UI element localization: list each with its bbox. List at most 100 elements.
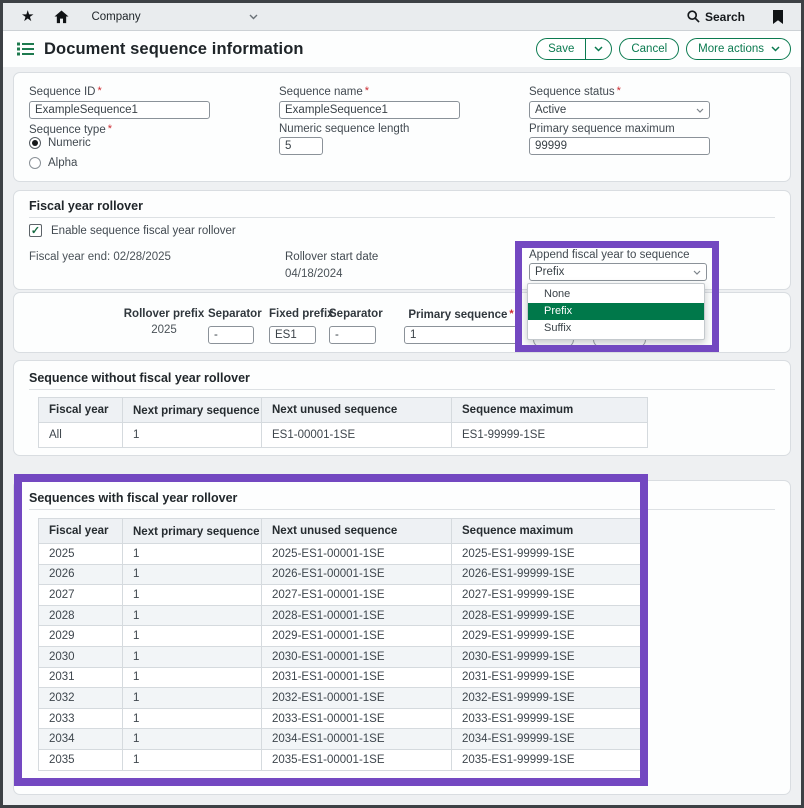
more-actions-label: More actions bbox=[687, 43, 764, 55]
primary-max-input[interactable] bbox=[529, 137, 710, 155]
rollover-prefix-value: 2025 bbox=[109, 324, 219, 336]
rollover-prefix-label: Rollover prefix bbox=[109, 308, 219, 320]
select-chevron-icon bbox=[696, 108, 704, 113]
sequence-type-label: Sequence type* bbox=[29, 123, 112, 136]
company-chevron-down-icon[interactable] bbox=[249, 14, 258, 20]
top-navigation-bar: ★ Company Search bbox=[3, 3, 801, 31]
radio-selected-icon bbox=[29, 137, 41, 149]
table-cell: 1 bbox=[123, 626, 262, 647]
separator1-input[interactable] bbox=[208, 326, 254, 344]
fiscal-year-end-text: Fiscal year end: 02/28/2025 bbox=[29, 251, 171, 263]
sequences-with-title: Sequences with fiscal year rollover bbox=[29, 491, 237, 505]
table-row: 202612026-ES1-00001-1SE2026-ES1-99999-1S… bbox=[39, 564, 648, 585]
table-row: 203412034-ES1-00001-1SE2034-ES1-99999-1S… bbox=[39, 729, 648, 750]
table-cell: 2029 bbox=[39, 626, 123, 647]
more-actions-chevron-icon bbox=[771, 46, 780, 52]
table-row: 203012030-ES1-00001-1SE2030-ES1-99999-1S… bbox=[39, 646, 648, 667]
column-header: Next unused sequence bbox=[262, 398, 452, 423]
table-cell: 2035 bbox=[39, 749, 123, 770]
sequence-without-rollover-card: Sequence without fiscal year rollover Fi… bbox=[13, 360, 791, 456]
general-info-card: Sequence ID* Sequence name* Sequence sta… bbox=[13, 72, 791, 182]
table-cell: 1 bbox=[123, 646, 262, 667]
sequence-without-title: Sequence without fiscal year rollover bbox=[29, 371, 250, 385]
table-cell: 2029-ES1-99999-1SE bbox=[452, 626, 648, 647]
dropdown-option-suffix[interactable]: Suffix bbox=[528, 320, 704, 337]
checkbox-checked-icon: ✓ bbox=[29, 224, 42, 237]
sequence-name-input[interactable] bbox=[279, 101, 460, 119]
numeric-length-input[interactable] bbox=[279, 137, 323, 155]
page-header: Document sequence information Save Cance… bbox=[3, 31, 801, 67]
record-list-icon[interactable] bbox=[17, 42, 34, 56]
enable-rollover-label: Enable sequence fiscal year rollover bbox=[51, 225, 236, 237]
numeric-length-label: Numeric sequence length bbox=[279, 123, 409, 135]
table-cell: 2034-ES1-99999-1SE bbox=[452, 729, 648, 750]
table-cell: 2028 bbox=[39, 605, 123, 626]
table-cell: 2025-ES1-99999-1SE bbox=[452, 544, 648, 565]
fixed-prefix-input[interactable] bbox=[269, 326, 316, 344]
dropdown-option-none[interactable]: None bbox=[528, 286, 704, 303]
search-button[interactable]: Search bbox=[687, 10, 745, 24]
primary-sequence-input[interactable] bbox=[404, 326, 522, 344]
select-chevron-icon bbox=[693, 270, 701, 275]
more-actions-button[interactable]: More actions bbox=[686, 38, 791, 60]
table-cell: ES1-99999-1SE bbox=[452, 423, 648, 448]
table-cell: 2029-ES1-00001-1SE bbox=[262, 626, 452, 647]
table-row: 203212032-ES1-00001-1SE2032-ES1-99999-1S… bbox=[39, 688, 648, 709]
fiscal-rollover-title: Fiscal year rollover bbox=[29, 199, 143, 213]
table-cell: ES1-00001-1SE bbox=[262, 423, 452, 448]
table-cell: All bbox=[39, 423, 123, 448]
table-cell: 1 bbox=[123, 423, 262, 448]
table-header-row: Fiscal yearNext primary sequence*Next un… bbox=[39, 398, 648, 423]
favorites-star-icon[interactable]: ★ bbox=[21, 9, 34, 24]
table-row: All1ES1-00001-1SEES1-99999-1SE bbox=[39, 423, 648, 448]
save-button[interactable]: Save bbox=[537, 43, 585, 55]
table-cell: 2026 bbox=[39, 564, 123, 585]
dropdown-option-prefix[interactable]: Prefix bbox=[528, 303, 704, 320]
table-cell: 1 bbox=[123, 605, 262, 626]
section-divider bbox=[29, 217, 775, 218]
separator1-label: Separator bbox=[208, 308, 254, 320]
radio-alpha-label: Alpha bbox=[48, 157, 77, 169]
bookmark-icon[interactable] bbox=[773, 10, 783, 24]
primary-max-label: Primary sequence maximum bbox=[529, 123, 675, 135]
table-cell: 2031-ES1-00001-1SE bbox=[262, 667, 452, 688]
sequence-id-label: Sequence ID* bbox=[29, 85, 102, 98]
table-header-row: Fiscal yearNext primary sequence*Next un… bbox=[39, 519, 648, 544]
company-menu-label[interactable]: Company bbox=[91, 11, 140, 23]
separator2-input[interactable] bbox=[329, 326, 376, 344]
cancel-button[interactable]: Cancel bbox=[619, 38, 679, 60]
fixed-prefix-label: Fixed prefix bbox=[269, 308, 316, 320]
table-row: 203312033-ES1-00001-1SE2033-ES1-99999-1S… bbox=[39, 708, 648, 729]
sequence-status-select[interactable]: Active bbox=[529, 101, 710, 119]
search-label: Search bbox=[705, 10, 745, 24]
append-fiscal-year-dropdown-list: NonePrefixSuffix bbox=[527, 283, 705, 340]
enable-rollover-checkbox[interactable]: ✓ Enable sequence fiscal year rollover bbox=[29, 224, 236, 237]
table-cell: 1 bbox=[123, 708, 262, 729]
append-fiscal-year-select[interactable]: Prefix bbox=[529, 263, 707, 281]
save-dropdown-chevron-icon[interactable] bbox=[585, 39, 611, 59]
table-cell: 2034-ES1-00001-1SE bbox=[262, 729, 452, 750]
column-header: Fiscal year bbox=[39, 519, 123, 544]
table-cell: 1 bbox=[123, 749, 262, 770]
table-cell: 2026-ES1-99999-1SE bbox=[452, 564, 648, 585]
app-window: ★ Company Search Document sequenc bbox=[0, 0, 804, 808]
table-cell: 2031 bbox=[39, 667, 123, 688]
required-asterisk: * bbox=[98, 85, 102, 97]
column-header: Sequence maximum bbox=[452, 398, 648, 423]
table-cell: 2028-ES1-00001-1SE bbox=[262, 605, 452, 626]
table-row: 202812028-ES1-00001-1SE2028-ES1-99999-1S… bbox=[39, 605, 648, 626]
fiscal-rollover-card: Fiscal year rollover ✓ Enable sequence f… bbox=[13, 190, 791, 290]
column-header: Next primary sequence* bbox=[123, 398, 262, 423]
search-icon bbox=[687, 10, 700, 23]
column-header: Sequence maximum bbox=[452, 519, 648, 544]
home-icon[interactable] bbox=[54, 10, 69, 24]
rollover-start-value: 04/18/2024 bbox=[285, 268, 343, 280]
table-cell: 2033 bbox=[39, 708, 123, 729]
table-cell: 1 bbox=[123, 667, 262, 688]
table-cell: 1 bbox=[123, 729, 262, 750]
append-fiscal-year-value: Prefix bbox=[535, 266, 564, 278]
radio-alpha[interactable]: Alpha bbox=[29, 157, 77, 169]
sequences-with-rollover-table: Fiscal yearNext primary sequence*Next un… bbox=[38, 518, 648, 771]
radio-numeric[interactable]: Numeric bbox=[29, 137, 91, 149]
sequence-id-input[interactable] bbox=[29, 101, 210, 119]
